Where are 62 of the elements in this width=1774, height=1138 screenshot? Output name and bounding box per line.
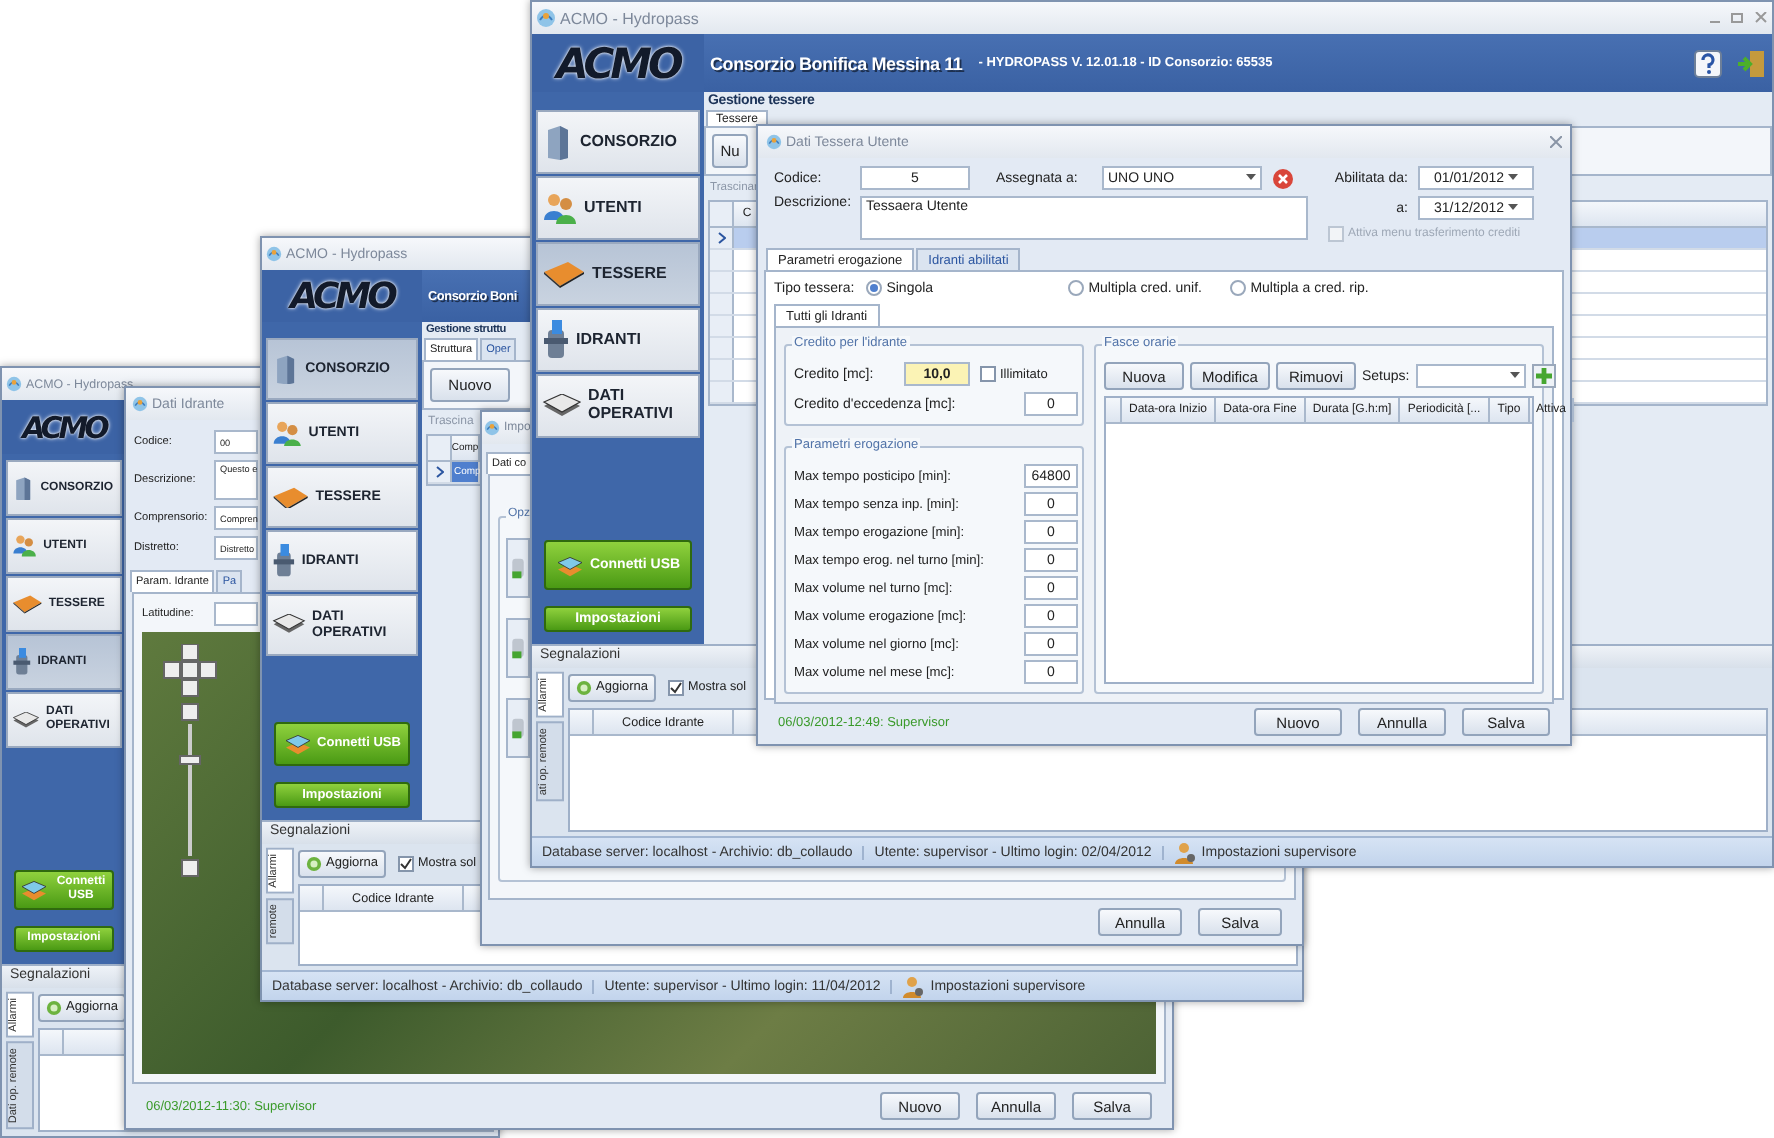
app-icon (132, 396, 148, 412)
card-icon (542, 260, 586, 288)
radio-button[interactable] (1230, 280, 1247, 296)
card-icon (12, 594, 43, 614)
user-settings-icon (902, 975, 925, 997)
layers-icon (12, 711, 40, 729)
layers-icon (272, 614, 306, 636)
logo: ACMO (262, 270, 422, 322)
device-icon (510, 714, 526, 742)
row-pointer-icon (717, 232, 725, 244)
app-icon (266, 246, 282, 262)
app-icon (766, 134, 782, 150)
option-button[interactable] (506, 618, 530, 678)
app-icon (484, 420, 500, 436)
sidebar-item[interactable]: DATI OPERATIVI (536, 374, 700, 438)
header-title: Consorzio Bonifica Messina 11 (710, 53, 963, 73)
building-icon (12, 475, 35, 501)
checkbox[interactable] (980, 366, 996, 382)
device-icon (510, 634, 526, 662)
help-icon[interactable] (1694, 49, 1722, 77)
people-icon (12, 534, 38, 558)
radio-button[interactable] (866, 280, 883, 296)
device-icon (510, 554, 526, 582)
option-button[interactable] (506, 538, 530, 598)
radio-button[interactable] (1068, 280, 1085, 296)
caret-icon (1508, 204, 1519, 212)
logo: ACMO (2, 400, 126, 454)
window-title: ACMO - Hydropass (560, 9, 699, 27)
combo-box[interactable] (1415, 364, 1526, 388)
logo: ACMO (532, 34, 704, 92)
checkbox[interactable] (398, 855, 415, 871)
refresh-icon (576, 679, 592, 695)
refresh-icon (46, 999, 62, 1015)
checkbox[interactable] (668, 679, 685, 695)
input-field[interactable] (214, 602, 258, 626)
hydrant-icon (12, 648, 32, 676)
clear-icon[interactable] (1272, 167, 1294, 189)
window-controls-icon[interactable] (1708, 12, 1768, 24)
user-settings-icon (1173, 841, 1196, 863)
card-icon (272, 485, 310, 509)
people-icon (272, 419, 303, 447)
add-icon[interactable] (1531, 364, 1556, 388)
cards-icon (20, 878, 48, 902)
hydrant-icon (542, 320, 570, 360)
app-icon (6, 376, 22, 392)
app-icon (536, 8, 556, 28)
sidebar-item[interactable]: CONSORZIO (536, 110, 700, 174)
option-button[interactable] (506, 698, 530, 758)
building-icon (542, 124, 574, 160)
building-icon (272, 353, 300, 385)
cards-icon (283, 732, 312, 756)
layers-icon (542, 394, 582, 418)
sidebar-item[interactable]: TESSERE (536, 242, 700, 306)
exit-door-icon[interactable] (1738, 49, 1766, 77)
row-pointer-icon (435, 466, 443, 478)
sidebar-item[interactable]: UTENTI (536, 176, 700, 240)
close-icon[interactable] (1550, 136, 1562, 148)
cards-icon (555, 553, 584, 577)
hydrant-icon (272, 544, 296, 578)
refresh-icon (306, 855, 322, 871)
sidebar-item[interactable]: IDRANTI (536, 308, 700, 372)
people-icon (542, 192, 578, 224)
